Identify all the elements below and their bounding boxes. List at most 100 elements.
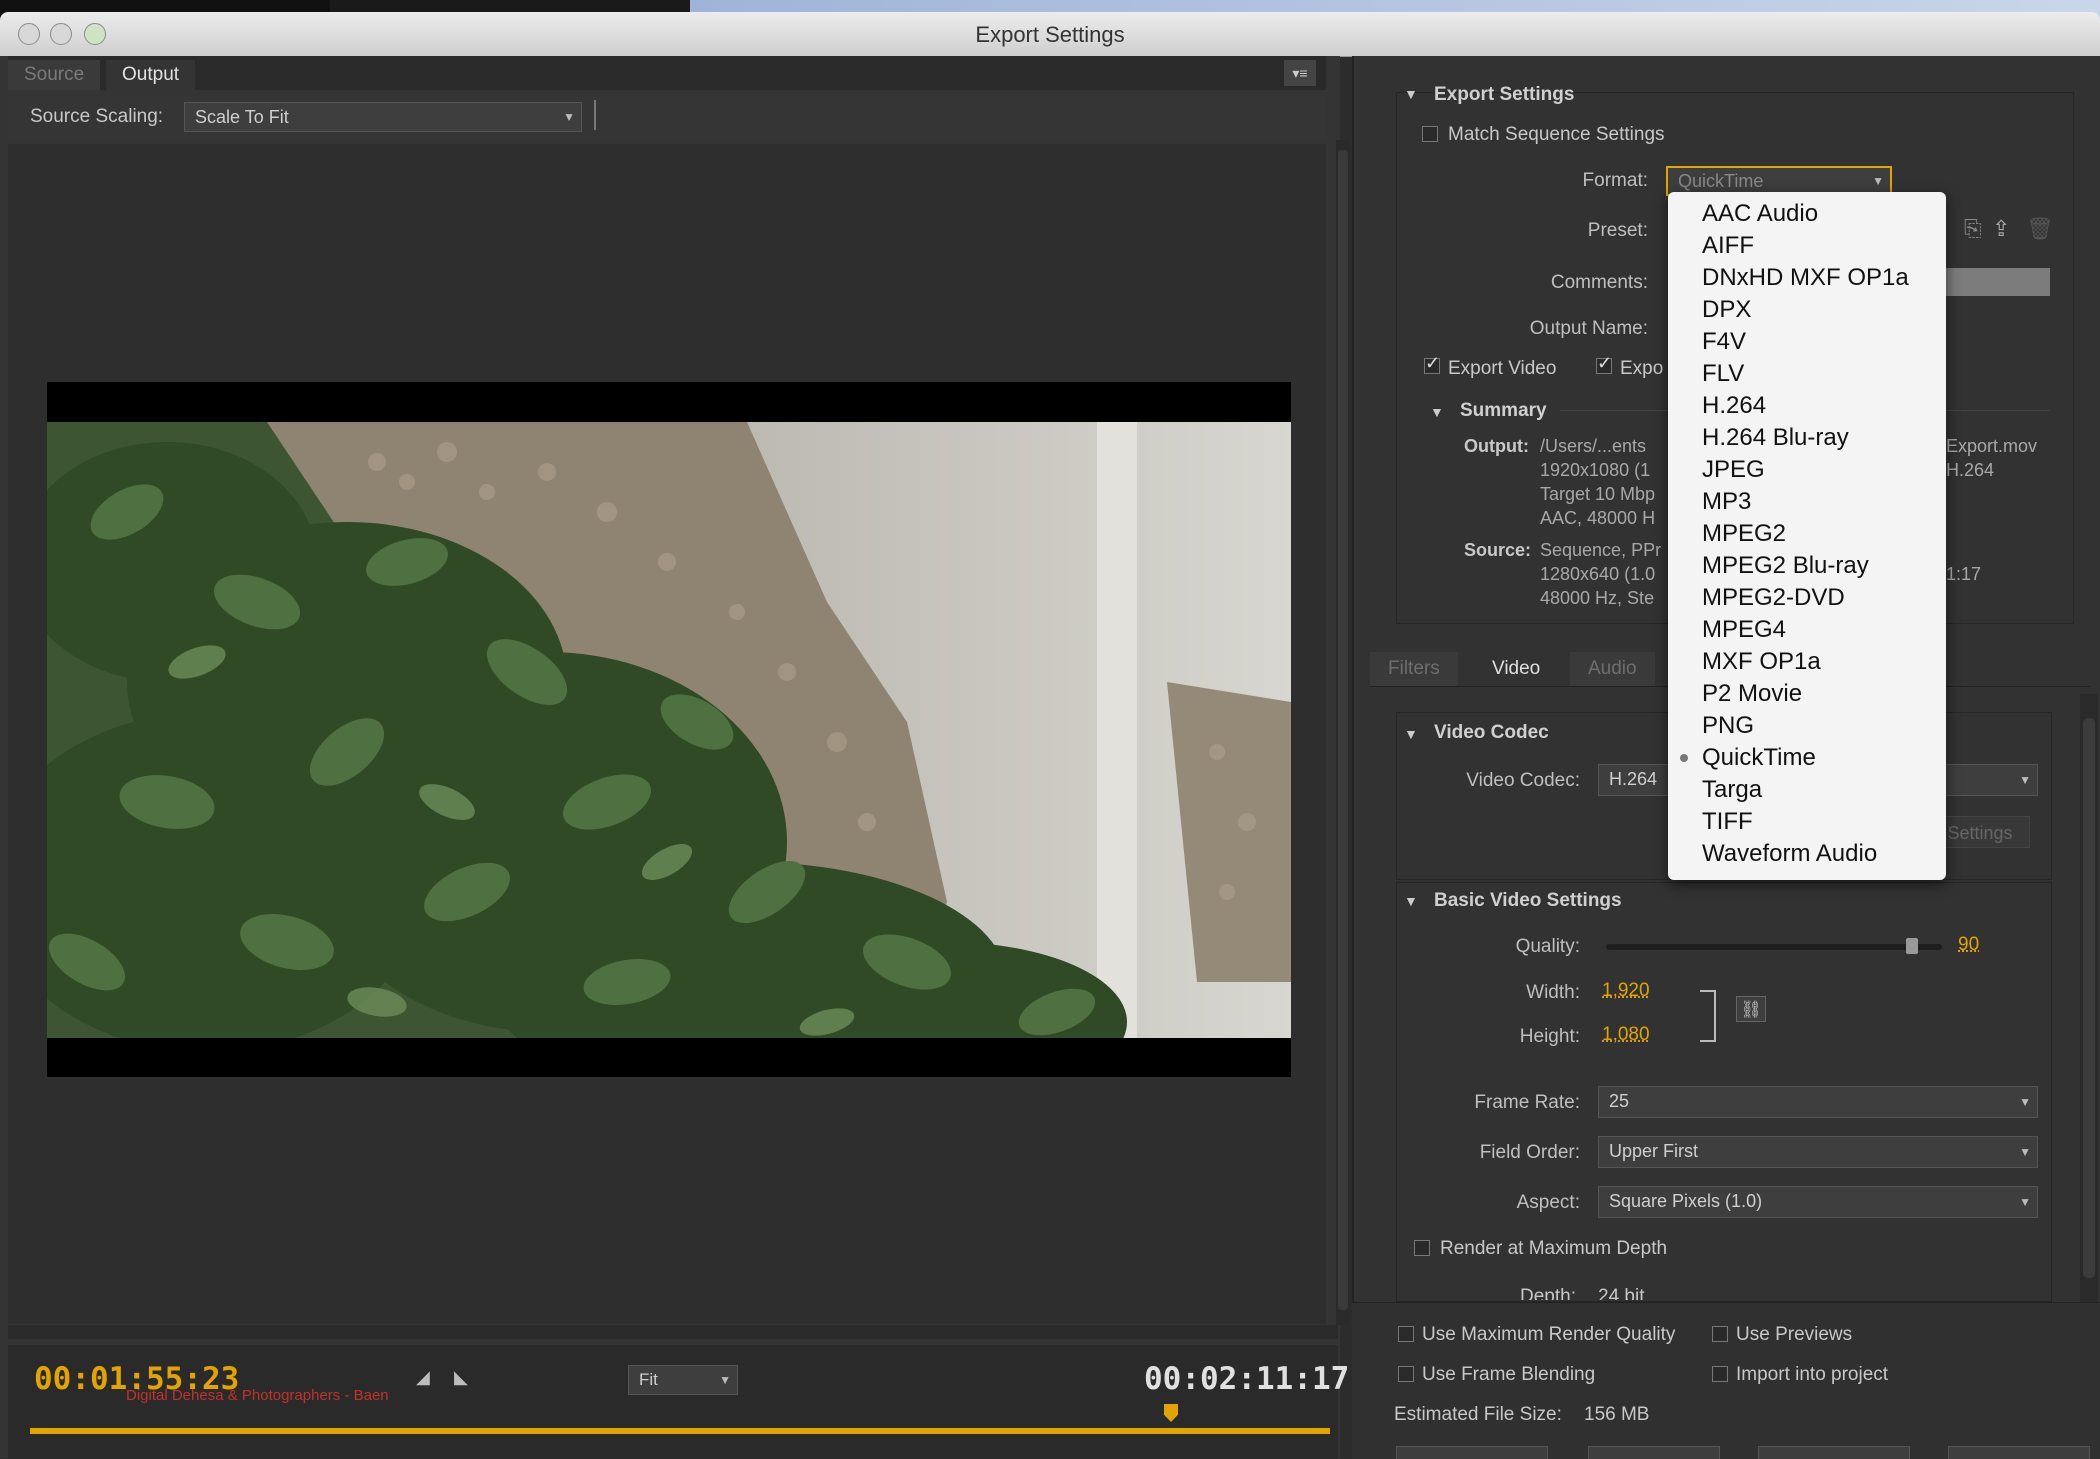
source-scaling-row: Source Scaling: Scale To Fit ▼ [8, 96, 1326, 140]
height-label: Height: [1519, 1026, 1580, 1047]
export-video-label: Export Video [1448, 358, 1557, 379]
format-menu-item[interactable]: H.264 [1702, 390, 1766, 422]
frame-blending-label: Use Frame Blending [1422, 1364, 1596, 1385]
preview-horizontal-scrollbar[interactable] [8, 1325, 1338, 1339]
source-scaling-dropdown[interactable]: Scale To Fit ▼ [184, 102, 582, 132]
source-scaling-label: Source Scaling: [30, 106, 164, 127]
quality-label: Quality: [1515, 936, 1580, 957]
field-order-dropdown[interactable]: Upper First ▼ [1598, 1136, 2038, 1168]
format-menu-item[interactable]: MP3 [1702, 486, 1751, 518]
source-summary-right: 1:17 [1946, 564, 1982, 584]
match-sequence-checkbox[interactable] [1422, 126, 1438, 142]
preset-label: Preset: [1587, 220, 1648, 241]
preview-vertical-scrollbar[interactable] [1336, 140, 1350, 1325]
metadata-button[interactable] [1396, 1446, 1548, 1459]
format-menu-item[interactable]: QuickTime [1702, 742, 1816, 774]
settings-scrollbar[interactable] [2080, 694, 2098, 1304]
width-value[interactable]: 1,920 [1602, 980, 1650, 1002]
aspect-label: Aspect: [1516, 1192, 1580, 1213]
format-menu-item[interactable]: MPEG2-DVD [1702, 582, 1845, 614]
disclosure-triangle-icon[interactable]: ▼ [1404, 893, 1418, 909]
format-menu-item[interactable]: DNxHD MXF OP1a [1702, 262, 1909, 294]
title-bar: Export Settings [0, 12, 2100, 57]
aspect-dropdown[interactable]: Square Pixels (1.0) ▼ [1598, 1186, 2038, 1218]
disclosure-triangle-icon[interactable]: ▼ [1404, 726, 1418, 742]
format-menu-item[interactable]: DPX [1702, 294, 1751, 326]
format-menu-item[interactable]: JPEG [1702, 454, 1765, 486]
frame-blending-checkbox[interactable] [1398, 1366, 1414, 1382]
video-codec-value: H.264 [1609, 769, 1658, 789]
format-label: Format: [1582, 170, 1648, 191]
output-summary-lines: /Users/...ents 1920x1080 (1 Target 10 Mb… [1540, 436, 1656, 528]
max-render-quality-label: Use Maximum Render Quality [1422, 1324, 1676, 1345]
source-summary-lines: Sequence, PPr 1280x640 (1.0 48000 Hz, St… [1540, 540, 1662, 608]
disclosure-triangle-icon[interactable]: ▼ [1404, 86, 1418, 102]
use-previews-label: Use Previews [1736, 1324, 1853, 1345]
link-icon[interactable]: ⛓ [1736, 996, 1766, 1022]
estimated-size-value: 156 MB [1584, 1404, 1650, 1425]
tab-audio[interactable]: Audio [1570, 652, 1655, 686]
quality-slider[interactable] [1606, 938, 1942, 954]
format-menu-item[interactable]: FLV [1702, 358, 1744, 390]
disclosure-triangle-icon[interactable]: ▼ [1430, 404, 1444, 420]
export-audio-checkbox[interactable] [1596, 353, 1612, 374]
max-render-quality-checkbox[interactable] [1398, 1326, 1414, 1342]
tab-source[interactable]: Source [8, 60, 101, 90]
output-summary-right: Export.mov H.264 [1946, 436, 2038, 480]
duration-timecode: 00:02:11:17 [1144, 1361, 1350, 1397]
chevron-down-icon: ▼ [719, 1373, 731, 1387]
save-preset-icon[interactable]: ⎘ [1964, 216, 1982, 242]
format-menu-item[interactable]: Waveform Audio [1702, 838, 1877, 870]
format-menu-item[interactable]: Targa [1702, 774, 1762, 806]
panel-menu-icon[interactable]: ▾≡ [1284, 60, 1316, 86]
format-menu-item[interactable]: TIFF [1702, 806, 1753, 838]
field-order-label: Field Order: [1479, 1142, 1580, 1163]
aspect-value: Square Pixels (1.0) [1609, 1191, 1763, 1211]
mark-out-icon[interactable]: ◣ [454, 1367, 468, 1388]
output-summary-label: Output: [1464, 436, 1529, 456]
zoom-dropdown[interactable]: Fit ▼ [628, 1365, 738, 1395]
format-menu-item[interactable]: H.264 Blu-ray [1702, 422, 1849, 454]
format-menu-item[interactable]: P2 Movie [1702, 678, 1802, 710]
import-preset-icon[interactable]: ⇪ [1992, 216, 2010, 242]
format-menu-item[interactable]: MPEG4 [1702, 614, 1786, 646]
delete-preset-icon[interactable]: 🗑 [2026, 216, 2054, 242]
video-codec-header: Video Codec [1434, 722, 1549, 743]
import-into-project-checkbox[interactable] [1712, 1366, 1728, 1382]
format-menu-item[interactable]: AIFF [1702, 230, 1754, 262]
tab-video[interactable]: Video [1474, 652, 1559, 686]
selected-dot-icon [1680, 754, 1688, 762]
depth-label: Depth: [1520, 1286, 1576, 1300]
export-audio-label: Expo [1620, 358, 1664, 379]
render-max-depth-checkbox[interactable] [1414, 1240, 1430, 1256]
format-menu-item[interactable]: MPEG2 Blu-ray [1702, 550, 1869, 582]
summary-header: Summary [1460, 400, 1547, 421]
chevron-down-icon: ▼ [563, 110, 575, 124]
queue-button[interactable] [1588, 1446, 1720, 1459]
export-settings-header: Export Settings [1434, 84, 1575, 105]
format-menu-item[interactable]: AAC Audio [1702, 198, 1818, 230]
height-value[interactable]: 1,080 [1602, 1024, 1650, 1046]
format-menu-item[interactable]: F4V [1702, 326, 1746, 358]
render-max-depth-label: Render at Maximum Depth [1440, 1238, 1668, 1259]
tab-filters[interactable]: Filters [1370, 652, 1458, 686]
tab-output[interactable]: Output [106, 60, 196, 90]
frame-rate-dropdown[interactable]: 25 ▼ [1598, 1086, 2038, 1118]
export-video-checkbox[interactable] [1424, 353, 1440, 374]
format-menu-item[interactable]: MPEG2 [1702, 518, 1786, 550]
overlay-watermark-text: Digital Dehesa & Photographers - Baen [126, 1387, 389, 1404]
frame-rate-value: 25 [1609, 1091, 1630, 1111]
window-title: Export Settings [975, 22, 1125, 47]
work-area-bar[interactable] [30, 1428, 1330, 1434]
chevron-down-icon: ▼ [1872, 174, 1884, 188]
aspect-lock-bracket [1700, 990, 1716, 1042]
cancel-button[interactable] [1948, 1446, 2090, 1459]
mark-in-icon[interactable]: ◢ [416, 1367, 430, 1388]
quality-slider-thumb[interactable] [1906, 938, 1918, 954]
format-menu-item[interactable]: MXF OP1a [1702, 646, 1821, 678]
export-button[interactable] [1758, 1446, 1910, 1459]
quality-value[interactable]: 90 [1958, 934, 1979, 956]
format-menu-item[interactable]: PNG [1702, 710, 1754, 742]
format-value: QuickTime [1678, 171, 1764, 191]
use-previews-checkbox[interactable] [1712, 1326, 1728, 1342]
